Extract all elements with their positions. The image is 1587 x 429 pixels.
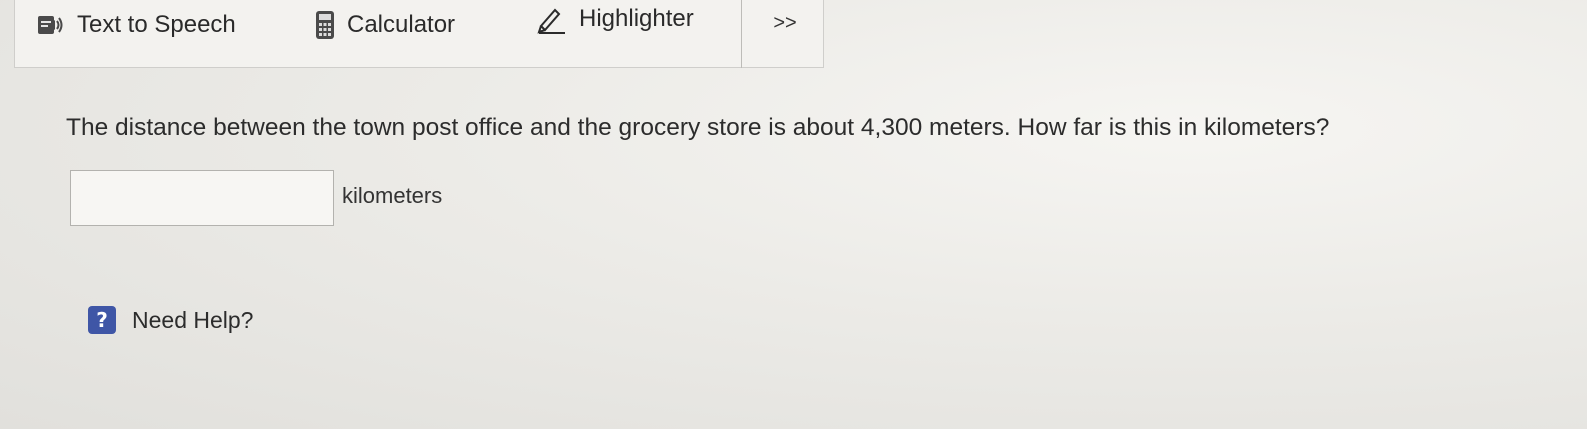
more-tools-button[interactable]: >> [760, 6, 810, 40]
speaker-icon [37, 13, 65, 37]
need-help-link[interactable]: ? Need Help? [88, 306, 253, 334]
highlighter-label: Highlighter [579, 5, 694, 32]
calculator-button[interactable]: Calculator [315, 8, 455, 42]
answer-row: kilometers [70, 170, 442, 226]
question-text: The distance between the town post offic… [66, 114, 1330, 141]
toolbar-divider [741, 0, 742, 68]
help-question-icon: ? [88, 306, 116, 334]
text-to-speech-label: Text to Speech [77, 11, 236, 38]
text-to-speech-button[interactable]: Text to Speech [37, 8, 236, 42]
toolbar: Text to Speech Calculator Highlighter >> [14, 0, 824, 68]
calculator-label: Calculator [347, 11, 456, 38]
highlighter-pen-icon [535, 4, 567, 34]
need-help-label: Need Help? [132, 306, 254, 333]
calculator-icon [315, 10, 335, 40]
answer-input[interactable] [70, 170, 334, 226]
unit-label: kilometers [342, 183, 443, 208]
highlighter-button[interactable]: Highlighter [535, 2, 694, 36]
